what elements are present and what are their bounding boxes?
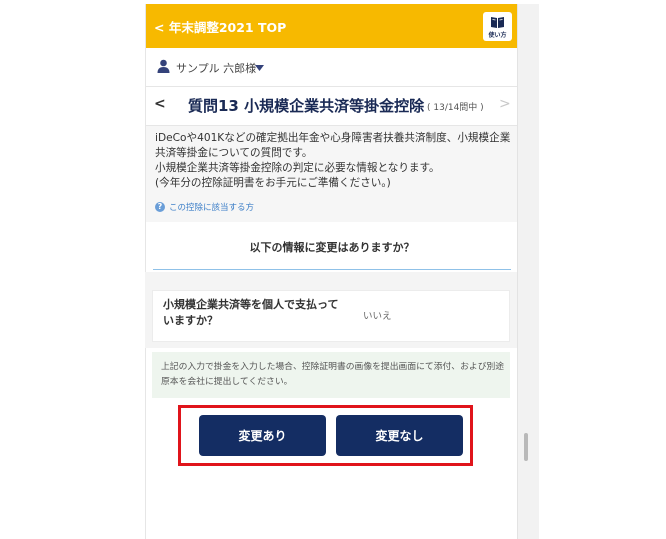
caret-down-icon [255, 65, 264, 71]
change-yes-button[interactable]: 変更あり [199, 415, 326, 456]
top-bar: < 年末調整2021 TOP 使い方 [146, 4, 518, 48]
description-line: iDeCoや401Kなどの確定拠出年金や心身障害者扶養共済制度、小規模企業共済等… [155, 132, 511, 159]
change-prompt: 以下の情報に変更はありますか？ [249, 241, 415, 254]
book-icon [491, 17, 504, 28]
help-link-label: この控除に該当する方 [169, 203, 255, 213]
answer-card: 小規模企業共済等を個人で支払っていますか？ いいえ [152, 290, 510, 342]
help-icon: ? [155, 202, 165, 212]
question-counter: ( 13/14問中 ) [427, 103, 484, 113]
howto-button[interactable]: 使い方 [483, 12, 512, 41]
description-text: iDeCoや401Kなどの確定拠出年金や心身障害者扶養共済制度、小規模企業共済等… [155, 131, 515, 191]
question-description: iDeCoや401Kなどの確定拠出年金や心身障害者扶養共済制度、小規模企業共済等… [146, 126, 518, 222]
user-name: サンプル 六郎様 [176, 62, 257, 75]
question-title: 質問13 小規模企業共済等掛金控除 [188, 97, 425, 115]
back-to-top-link[interactable]: < 年末調整2021 TOP [154, 17, 286, 36]
description-line: 小規模企業共済等掛金控除の判定に必要な情報となります。 [155, 162, 440, 174]
question-header: < 質問13 小規模企業共済等掛金控除 ( 13/14問中 ) > [146, 87, 518, 126]
answer-value: いいえ [363, 311, 392, 322]
howto-label: 使い方 [488, 32, 507, 39]
description-line: (今年分の控除証明書をお手元にご準備ください。) [155, 177, 391, 189]
next-question-button[interactable]: > [499, 94, 511, 114]
side-panel [517, 4, 539, 539]
scrollbar-handle[interactable] [524, 433, 528, 461]
prev-question-button[interactable]: < [154, 94, 168, 114]
divider [153, 269, 511, 270]
notice-box: 上記の入力で掛金を入力した場合、控除証明書の画像を提出画面にて添付、および別途原… [152, 352, 510, 398]
answer-question: 小規模企業共済等を個人で支払っていますか？ [163, 298, 339, 327]
change-no-button[interactable]: 変更なし [336, 415, 463, 456]
person-icon [157, 59, 170, 73]
help-link[interactable]: ? この控除に該当する方 [155, 201, 254, 213]
user-selector[interactable]: サンプル 六郎様 [146, 48, 518, 87]
notice-text: 上記の入力で掛金を入力した場合、控除証明書の画像を提出画面にて添付、および別途原… [161, 362, 505, 387]
